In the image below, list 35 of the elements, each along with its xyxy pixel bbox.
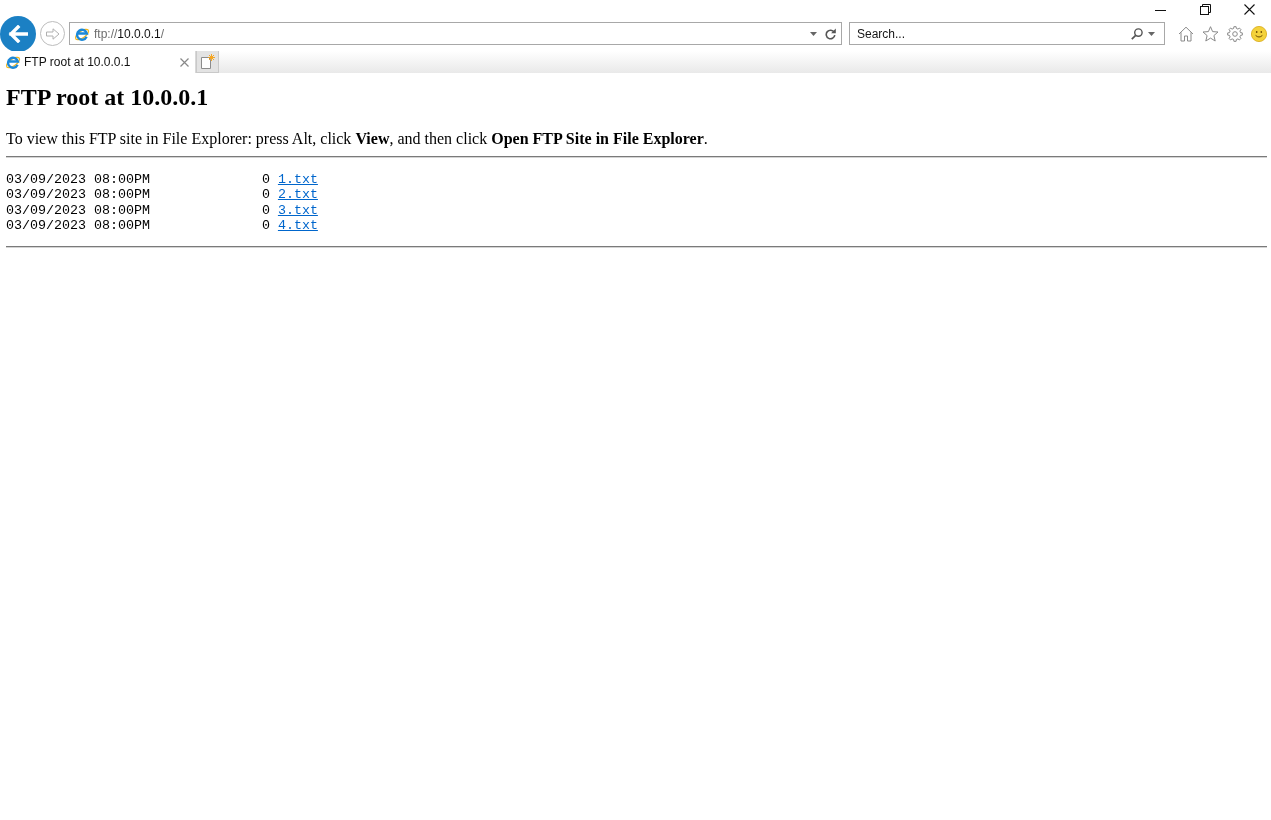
close-icon[interactable] xyxy=(1244,4,1255,15)
file-size: 0 xyxy=(260,217,270,234)
page-heading: FTP root at 10.0.0.1 xyxy=(6,83,210,111)
file-link[interactable]: 3.txt xyxy=(277,202,318,218)
address-field[interactable]: ftp://10.0.0.1/ xyxy=(69,22,842,45)
refresh-icon[interactable] xyxy=(825,27,836,40)
caret-icon[interactable] xyxy=(810,31,817,36)
settings-icon[interactable] xyxy=(1227,25,1243,42)
back-button[interactable] xyxy=(0,16,36,52)
file-size: 0 xyxy=(260,172,270,188)
file-date: 03/09/2023 08:00PM xyxy=(6,187,150,203)
search-icon[interactable] xyxy=(1131,28,1143,40)
file-date: 03/09/2023 08:00PM xyxy=(6,172,150,188)
instructions-text: To view this FTP site in File Explorer: press Alt, click View, and then click Open FTP Site in File Explorer. xyxy=(6,130,709,148)
restore-icon[interactable] xyxy=(1200,4,1211,15)
file-size: 0 xyxy=(260,187,270,203)
caret-icon[interactable] xyxy=(1148,32,1155,36)
home-icon[interactable] xyxy=(1178,25,1194,42)
tab-title: FTP root at 10.0.0.1 xyxy=(24,55,132,69)
file-link[interactable]: 4.txt xyxy=(277,217,318,234)
e-logo-icon xyxy=(5,54,21,70)
page-icon xyxy=(200,54,215,69)
file-date: 03/09/2023 08:00PM xyxy=(6,217,150,234)
file-date: 03/09/2023 08:00PM xyxy=(6,202,150,218)
url-text: ftp://10.0.0.1/ xyxy=(94,26,166,41)
file-size: 0 xyxy=(260,202,270,218)
arrow-icon xyxy=(45,27,60,40)
file-link[interactable]: 2.txt xyxy=(277,187,318,203)
star-icon[interactable] xyxy=(1202,25,1219,42)
search-field[interactable]: Search... xyxy=(849,22,1165,45)
new-tab-button[interactable] xyxy=(196,51,219,73)
smiley-icon[interactable] xyxy=(1251,25,1267,42)
file-link[interactable]: 1.txt xyxy=(277,172,318,188)
browser-tab[interactable]: FTP root at 10.0.0.1 xyxy=(0,51,196,73)
arrow-icon xyxy=(8,25,28,43)
